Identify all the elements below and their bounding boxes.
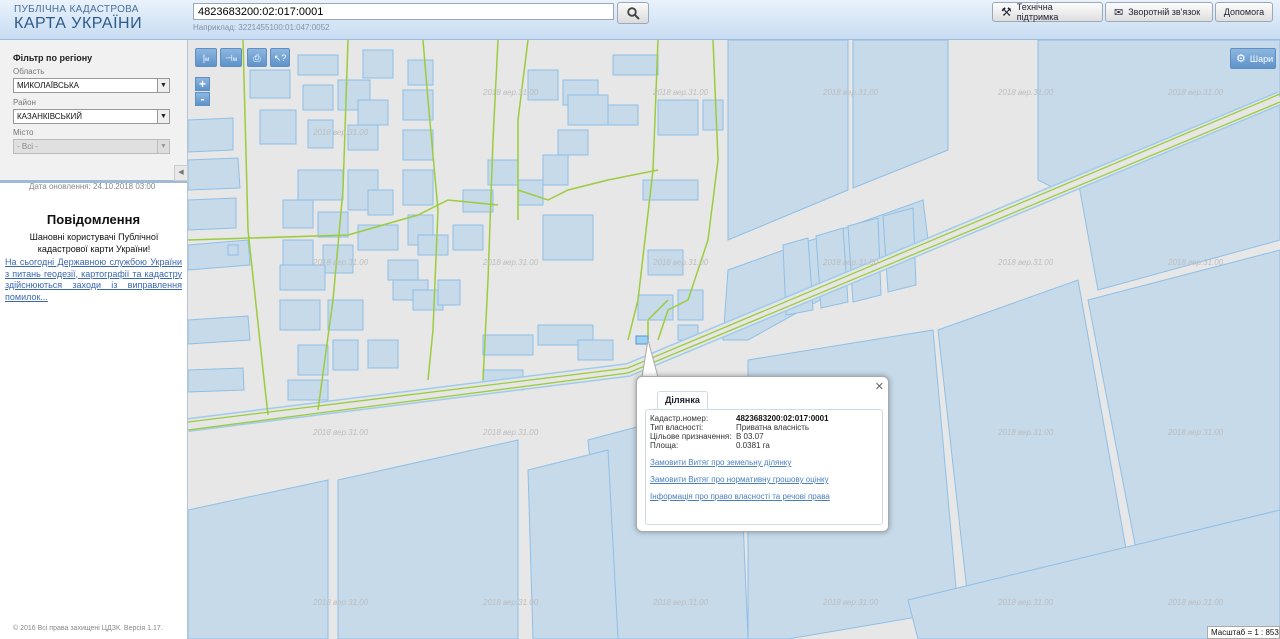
- svg-text:2018 вер.31.00: 2018 вер.31.00: [822, 258, 879, 267]
- district-select-value: КАЗАНКІВСЬКИЙ: [17, 112, 82, 121]
- tab-parcel[interactable]: Ділянка: [657, 391, 708, 409]
- svg-text:2018 вер.31.00: 2018 вер.31.00: [1167, 258, 1224, 267]
- svg-text:2018 вер.31.00: 2018 вер.31.00: [652, 598, 709, 607]
- field-label: Тип власності:: [650, 423, 704, 432]
- svg-text:2018 вер.31.00: 2018 вер.31.00: [652, 88, 709, 97]
- help-button-label: Допомога: [1223, 7, 1265, 17]
- copyright: © 2016 Всі права захищені ЦДЗК. Версія 1…: [13, 625, 163, 632]
- svg-text:2018 вер.31.00: 2018 вер.31.00: [312, 258, 369, 267]
- message-link[interactable]: На сьогодні Державною службою України з …: [5, 257, 182, 303]
- field-label: Цільове призначення:: [650, 432, 732, 441]
- svg-text:2018 вер.31.00: 2018 вер.31.00: [312, 128, 369, 137]
- zoom-out-button[interactable]: -: [195, 92, 210, 106]
- left-panel: Фільтр по регіону Область МИКОЛАЇВСЬКА ▼…: [0, 40, 188, 639]
- svg-text:2018 вер.31.00: 2018 вер.31.00: [482, 428, 539, 437]
- parcel-info: Кадастр.номер: 4823683200:02:017:0001 Ти…: [645, 409, 883, 525]
- header-bar: ПУБЛІЧНА КАДАСТРОВА КАРТА УКРАЇНИ Наприк…: [0, 0, 1280, 40]
- city-select-value: - Всі -: [17, 142, 38, 151]
- cursor-help-icon: ↖?: [273, 53, 287, 63]
- support-button-label: Технічна підтримка: [1016, 2, 1059, 22]
- field-label: Площа:: [650, 441, 679, 450]
- field-value: 4823683200:02:017:0001: [736, 414, 829, 423]
- field-value: В 03.07: [736, 432, 764, 441]
- search-example-hint: Наприклад: 3221455100:01:047:0052: [193, 23, 330, 32]
- help-button[interactable]: Допомога: [1215, 2, 1273, 22]
- measure-distance-tool[interactable]: |м: [195, 48, 217, 67]
- svg-text:2018 вер.31.00: 2018 вер.31.00: [1167, 88, 1224, 97]
- filter-title: Фільтр по регіону: [13, 53, 93, 63]
- identify-tool[interactable]: ↖?: [270, 48, 290, 67]
- region-filter: Фільтр по регіону Область МИКОЛАЇВСЬКА ▼…: [0, 40, 188, 183]
- zoom-in-button[interactable]: +: [195, 77, 210, 91]
- city-select[interactable]: - Всі - ▼: [13, 139, 170, 154]
- svg-text:2018 вер.31.00: 2018 вер.31.00: [822, 88, 879, 97]
- svg-text:2018 вер.31.00: 2018 вер.31.00: [1167, 428, 1224, 437]
- field-value: Приватна власність: [736, 423, 810, 432]
- layers-button[interactable]: ⚙ Шари: [1230, 48, 1276, 69]
- district-select[interactable]: КАЗАНКІВСЬКИЙ ▼: [13, 109, 170, 124]
- ownership-info-link[interactable]: Інформація про право власності та речові…: [650, 492, 830, 501]
- site-title-line2: КАРТА УКРАЇНИ: [14, 15, 143, 32]
- feedback-button[interactable]: ✉ Зворотній зв'язок: [1105, 2, 1213, 22]
- region-select[interactable]: МИКОЛАЇВСЬКА ▼: [13, 78, 170, 93]
- region-label: Область: [13, 67, 45, 76]
- message-title: Повідомлення: [46, 212, 141, 227]
- scale-readout: Масштаб = 1 : 8531: [1207, 626, 1280, 639]
- printer-icon: ⎙: [253, 53, 261, 63]
- gear-icon: ⚙: [1236, 53, 1246, 65]
- update-date: Дата оновлення: 24.10.2018 03:00: [29, 182, 156, 191]
- district-label: Район: [13, 98, 36, 107]
- search-input[interactable]: [193, 3, 614, 20]
- svg-text:2018 вер.31.00: 2018 вер.31.00: [997, 88, 1054, 97]
- chevron-down-icon[interactable]: ▼: [157, 79, 169, 92]
- site-title-line1: ПУБЛІЧНА КАДАСТРОВА: [14, 4, 139, 15]
- tools-icon: ⚒: [1001, 5, 1012, 19]
- support-button[interactable]: ⚒ Технічна підтримка: [992, 2, 1103, 22]
- area-icon: ⊣: [225, 53, 233, 63]
- svg-text:2018 вер.31.00: 2018 вер.31.00: [997, 598, 1054, 607]
- measure-area-tool[interactable]: ⊣м: [220, 48, 242, 67]
- svg-text:2018 вер.31.00: 2018 вер.31.00: [482, 258, 539, 267]
- svg-text:2018 вер.31.00: 2018 вер.31.00: [482, 88, 539, 97]
- chevron-down-icon[interactable]: ▼: [157, 110, 169, 123]
- envelope-icon: ✉: [1114, 6, 1124, 19]
- svg-text:2018 вер.31.00: 2018 вер.31.00: [482, 598, 539, 607]
- svg-text:2018 вер.31.00: 2018 вер.31.00: [822, 598, 879, 607]
- svg-text:2018 вер.31.00: 2018 вер.31.00: [997, 258, 1054, 267]
- parcel-popup: ✕ Ділянка Кадастр.номер: 4823683200:02:0…: [636, 376, 889, 532]
- order-valuation-extract-link[interactable]: Замовити Витяг про нормативну грошову оц…: [650, 475, 829, 484]
- message-text: Шановні користувачі Публічної кадастрово…: [29, 232, 159, 254]
- svg-text:2018 вер.31.00: 2018 вер.31.00: [1167, 598, 1224, 607]
- field-value: 0.0381 га: [736, 441, 770, 450]
- region-select-value: МИКОЛАЇВСЬКА: [17, 81, 80, 90]
- svg-text:2018 вер.31.00: 2018 вер.31.00: [312, 598, 369, 607]
- map-view[interactable]: 2018 вер.31.00 2018 вер.31.00 2018 вер.31…: [188, 40, 1280, 639]
- field-label: Кадастр.номер:: [650, 414, 709, 423]
- svg-text:2018 вер.31.00: 2018 вер.31.00: [652, 258, 709, 267]
- print-tool[interactable]: ⎙: [247, 48, 267, 67]
- popup-pointer: [641, 340, 659, 378]
- collapse-panel-button[interactable]: ◀: [174, 165, 188, 181]
- layers-button-label: Шари: [1249, 53, 1274, 64]
- cadastral-map[interactable]: 2018 вер.31.00 2018 вер.31.00 2018 вер.31…: [188, 40, 1280, 639]
- svg-text:2018 вер.31.00: 2018 вер.31.00: [997, 428, 1054, 437]
- feedback-button-label: Зворотній зв'язок: [1128, 7, 1201, 17]
- close-icon[interactable]: ✕: [875, 380, 884, 393]
- order-parcel-extract-link[interactable]: Замовити Витяг про земельну ділянку: [650, 458, 791, 467]
- chevron-down-icon[interactable]: ▼: [157, 140, 169, 153]
- svg-text:2018 вер.31.00: 2018 вер.31.00: [312, 428, 369, 437]
- search-icon: [626, 6, 640, 20]
- search-button[interactable]: [617, 2, 649, 24]
- city-label: Місто: [13, 128, 34, 137]
